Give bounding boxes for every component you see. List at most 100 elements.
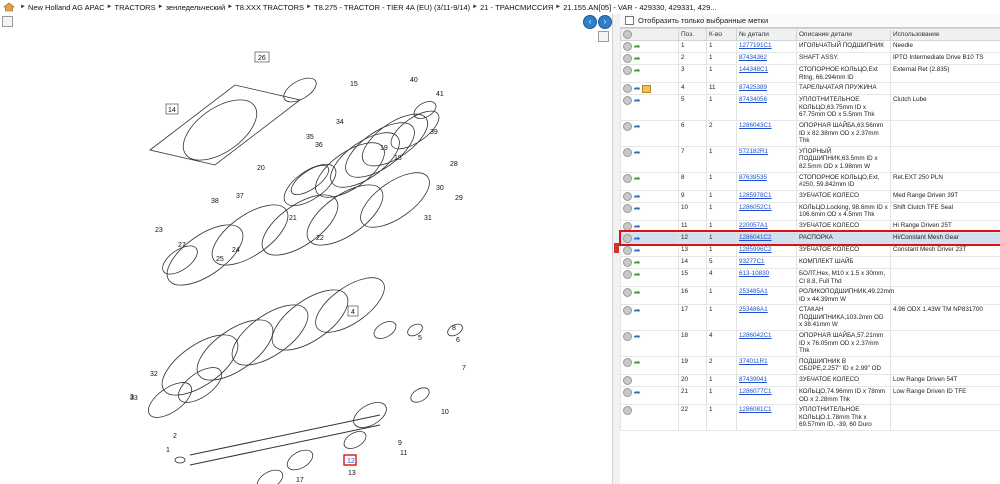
part-number-link[interactable]: 253486A1 xyxy=(739,306,768,313)
table-row[interactable]: ➦ 2 1 87434362 SHAFT ASSY. IPTO Intermediate … xyxy=(620,52,1000,65)
arrow-icon[interactable]: ➦ xyxy=(634,270,642,278)
part-number-link[interactable]: 1286081C1 xyxy=(739,406,772,413)
info-icon[interactable] xyxy=(623,245,632,255)
table-row[interactable]: ➦ 6 2 1286043C1 ОПОРНАЯ ШАЙБА,63.56mm ID x 8… xyxy=(620,120,1000,147)
part-number-link[interactable]: 87425389 xyxy=(739,84,767,91)
part-number-link[interactable]: 1277191C1 xyxy=(739,42,772,49)
info-icon[interactable] xyxy=(623,84,632,94)
arrow-icon[interactable]: ➦ xyxy=(634,234,642,242)
table-row[interactable]: ➦ 1 1 1277191C1 ИГОЛЬЧАТЫЙ ПОДШИПНИК Needle xyxy=(620,40,1000,53)
part-number-link[interactable]: 1285978C1 xyxy=(739,192,772,199)
info-icon[interactable] xyxy=(623,376,632,386)
table-row[interactable]: ➦ 14 5 93277C1 КОМПЛЕКТ ШАЙБ xyxy=(620,256,1000,269)
table-row[interactable]: ➦ 13 1 1285996C2 ЗУБЧАТОЕ КОЛЕСО Constant Mes… xyxy=(620,244,1000,257)
arrow-icon[interactable]: ➦ xyxy=(634,148,642,156)
info-icon[interactable] xyxy=(623,147,632,157)
table-row[interactable]: ➦ 11 1 220057A1 ЗУБЧАТОЕ КОЛЕСО Hi Range Driv… xyxy=(620,220,1000,233)
cell-part[interactable]: 253485A1 xyxy=(736,286,797,306)
cell-part[interactable]: 1286077C1 xyxy=(736,386,797,406)
cell-part[interactable]: 144348C1 xyxy=(736,64,797,84)
part-number-link[interactable]: 220057A1 xyxy=(739,222,768,229)
show-selected-checkbox[interactable] xyxy=(625,16,634,25)
table-row[interactable]: ➦ 7 1 572182R1 УПОРНЫЙ ПОДШИПНИК,63.5mm ID x… xyxy=(620,146,1000,173)
info-icon[interactable] xyxy=(623,54,632,63)
part-number-link[interactable]: 144348C1 xyxy=(739,66,768,73)
arrow-icon[interactable]: ➦ xyxy=(634,258,642,266)
home-icon[interactable] xyxy=(3,2,15,12)
arrow-icon[interactable]: ➦ xyxy=(634,246,642,254)
table-row[interactable]: ➦ 19 2 374011R1 ПОДШИПНИК В СБОРЕ,2.257" ID … xyxy=(620,356,1000,376)
header-part[interactable]: № детали xyxy=(736,28,797,41)
info-icon[interactable] xyxy=(623,288,632,298)
table-row[interactable]: ➦ 4 11 87425389 ТАРЕЛЬЧАТАЯ ПРУЖИНА xyxy=(620,82,1000,96)
table-row[interactable]: ➦ 5 1 87434056 УПЛОТНИТЕЛЬНОЕ КОЛЬЦО,63.75mm… xyxy=(620,94,1000,121)
cell-part[interactable]: 1277191C1 xyxy=(736,40,797,53)
arrow-icon[interactable]: ➦ xyxy=(634,289,642,297)
table-row[interactable]: 20 1 87439041 ЗУБЧАТОЕ КОЛЕСО Low Range Driv… xyxy=(620,374,1000,388)
info-icon[interactable] xyxy=(623,42,632,51)
cell-part[interactable]: 220057A1 xyxy=(736,220,797,233)
info-icon[interactable] xyxy=(623,357,632,367)
arrow-icon[interactable]: ➦ xyxy=(634,174,642,182)
part-number-link[interactable]: 572182R1 xyxy=(739,148,768,155)
table-row[interactable]: ➦ 3 1 144348C1 СТОПОРНОЕ КОЛЬЦО,Ext Rtng, 66… xyxy=(620,64,1000,84)
cell-part[interactable]: 1286081C1 xyxy=(736,404,797,431)
breadcrumb-item[interactable]: TRACTORS xyxy=(114,3,155,12)
arrow-icon[interactable]: ➦ xyxy=(634,307,642,315)
info-icon[interactable] xyxy=(623,332,632,342)
table-row[interactable]: ➦ 17 1 253486A1 СТАКАН ПОДШИПНИКА,103.2mm OD… xyxy=(620,304,1000,332)
part-number-link[interactable]: 87639535 xyxy=(739,174,767,181)
arrow-icon[interactable]: ➦ xyxy=(634,43,642,51)
cell-part[interactable]: 1286043C1 xyxy=(736,120,797,147)
settings-icon[interactable] xyxy=(623,30,632,39)
cell-part[interactable]: 613-10830 xyxy=(736,268,797,288)
prev-button[interactable]: ‹ xyxy=(583,15,597,29)
table-row[interactable]: ➦ 9 1 1285978C1 ЗУБЧАТОЕ КОЛЕСО Med Range Dri… xyxy=(620,190,1000,203)
info-icon[interactable] xyxy=(623,191,632,201)
arrow-icon[interactable]: ➦ xyxy=(634,192,642,200)
arrow-icon[interactable]: ➦ xyxy=(634,97,642,105)
info-icon[interactable] xyxy=(623,173,632,183)
arrow-icon[interactable]: ➦ xyxy=(634,67,642,75)
arrow-icon[interactable]: ➦ xyxy=(634,204,642,212)
info-icon[interactable] xyxy=(623,121,632,131)
arrow-icon[interactable]: ➦ xyxy=(634,389,642,397)
part-number-link[interactable]: 253485A1 xyxy=(739,288,768,295)
table-row[interactable]: ➦ 21 1 1286077C1 КОЛЬЦО,74.96mm ID x 78mm OD… xyxy=(620,386,1000,406)
table-row[interactable]: ➦ 16 1 253485A1 РОЛИКОПОДШИПНИК,49.22mm ID x… xyxy=(620,286,1000,306)
cell-part[interactable]: 253486A1 xyxy=(736,304,797,332)
part-number-link[interactable]: 1286052C1 xyxy=(739,204,772,211)
cell-part[interactable]: 572182R1 xyxy=(736,146,797,173)
cell-part[interactable]: 87425389 xyxy=(736,82,797,96)
table-row[interactable]: ➦ 10 1 1286052C1 КОЛЬЦО,Locking, 98.6mm ID x… xyxy=(620,202,1000,221)
info-icon[interactable] xyxy=(623,221,632,231)
breadcrumb-item[interactable]: T8.XXX TRACTORS xyxy=(235,3,304,12)
arrow-icon[interactable]: ➦ xyxy=(634,55,642,63)
cell-part[interactable]: 1286042C1 xyxy=(736,330,797,357)
cell-part[interactable]: 1285978C1 xyxy=(736,190,797,203)
part-number-link[interactable]: 1285996C2 xyxy=(739,246,772,253)
part-number-link[interactable]: 1286042C1 xyxy=(739,332,772,339)
breadcrumb-item[interactable]: 21.155.AN[05] - VAR - 429330, 429331, 42… xyxy=(563,3,716,12)
table-row[interactable]: 22 1 1286081C1 УПЛОТНИТЕЛЬНОЕ КОЛЬЦО,1.78mm… xyxy=(620,404,1000,431)
table-row[interactable]: ➦ 15 4 613-10830 БОЛТ,Hex, M10 x 1.5 x 30mm,… xyxy=(620,268,1000,288)
table-row[interactable]: ➦ 8 1 87639535 СТОПОРНОЕ КОЛЬЦО,Ext, #250, 5… xyxy=(620,172,1000,191)
cell-part[interactable]: 87639535 xyxy=(736,172,797,191)
header-pos[interactable]: Поз. xyxy=(678,28,707,41)
info-icon[interactable] xyxy=(623,96,632,106)
part-number-link[interactable]: 87434056 xyxy=(739,96,767,103)
info-icon[interactable] xyxy=(623,233,632,243)
info-icon[interactable] xyxy=(623,66,632,75)
arrow-icon[interactable]: ➦ xyxy=(634,358,642,366)
cell-part[interactable]: 87434362 xyxy=(736,52,797,65)
header-use[interactable]: Использование xyxy=(890,28,1000,41)
breadcrumb-item[interactable]: зенледельческий xyxy=(166,3,226,12)
info-icon[interactable] xyxy=(623,269,632,279)
header-qty[interactable]: К-во xyxy=(706,28,737,41)
cell-part[interactable]: 1286052C1 xyxy=(736,202,797,221)
part-number-link[interactable]: 87434362 xyxy=(739,54,767,61)
part-number-link[interactable]: 93277C1 xyxy=(739,258,765,265)
info-icon[interactable] xyxy=(623,388,632,398)
header-desc[interactable]: Описание детали xyxy=(796,28,891,41)
cell-part[interactable]: 1285996C2 xyxy=(736,244,797,257)
